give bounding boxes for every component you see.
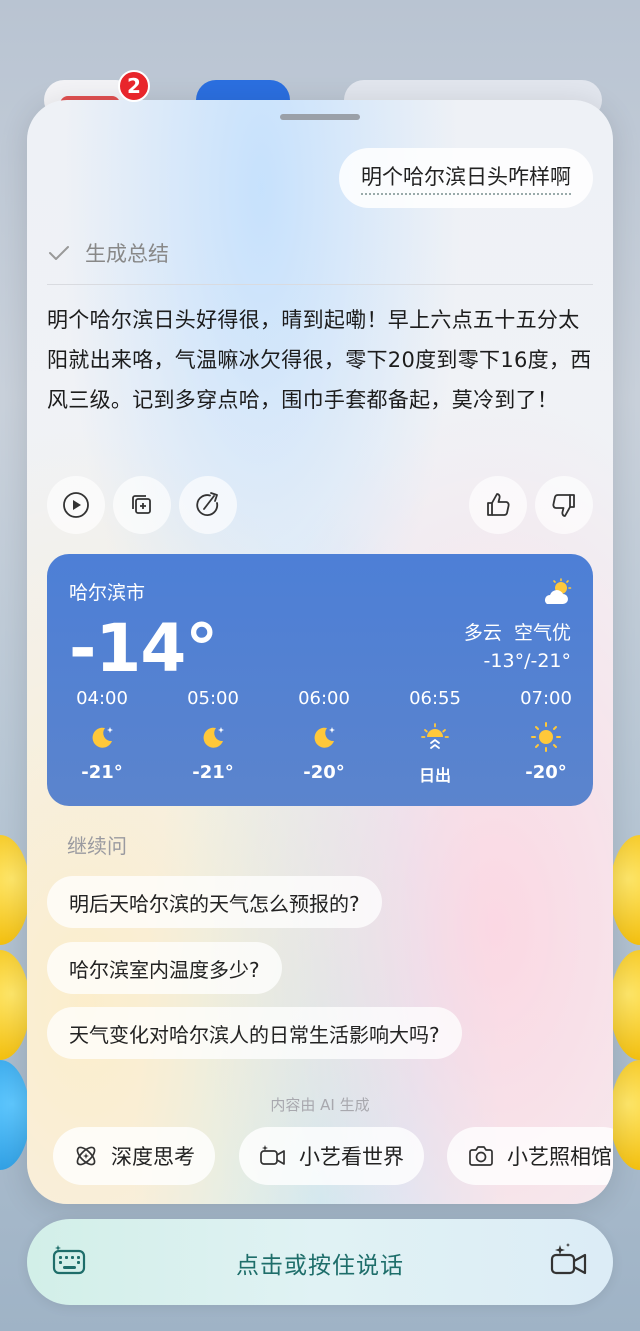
suggestion-chip[interactable]: 哈尔滨室内温度多少? [47,942,282,994]
weather-condition: 多云 空气优 [463,622,571,644]
play-icon [63,492,89,518]
xiaoyi-see-world-chip[interactable]: 小艺看世界 [239,1127,424,1185]
hour-time: 05:00 [187,688,239,709]
background-emoji [610,835,640,945]
moon-icon [314,727,335,748]
notification-badge: 2 [118,70,150,102]
hour-time: 06:00 [298,688,350,709]
xiaoyi-photo-studio-chip[interactable]: 小艺照相馆 [447,1127,613,1185]
answer-actions [47,476,593,534]
hour-item: 05:00 -21° [158,688,268,783]
sun-icon [531,722,561,752]
follow-up-title: 继续问 [67,834,127,858]
share-button[interactable] [179,476,237,534]
check-icon [49,246,69,260]
suggestion-chip[interactable]: 天气变化对哈尔滨人的日常生活影响大吗? [47,1007,462,1059]
user-message-bubble[interactable]: 明个哈尔滨日头咋样啊 [339,148,593,208]
thumbs-up-button[interactable] [469,476,527,534]
suggestion-chip[interactable]: 明后天哈尔滨的天气怎么预报的? [47,876,382,928]
voice-input-bar[interactable]: 点击或按住说话 [27,1219,613,1305]
video-call-icon[interactable] [549,1241,589,1281]
hour-item: 04:00 -21° [47,688,157,783]
sunrise-icon [421,723,449,749]
thumbs-down-icon [552,494,575,517]
divider [47,284,593,285]
weather-temperature: -14° [69,610,218,687]
moon-icon [92,727,113,748]
share-icon [196,492,219,516]
background-emoji [0,835,30,945]
hourly-forecast: 04:00 -21° 05:00 -21° 06:00 -20° 06:55 日… [47,688,593,798]
hour-temp: -20° [303,762,345,783]
hour-time: 07:00 [520,688,572,709]
voice-hint: 点击或按住说话 [236,1253,404,1279]
summary-label: 生成总结 [85,242,169,266]
hour-item: 07:00 -20° [491,688,593,783]
hour-temp: -21° [192,762,234,783]
hour-time: 04:00 [76,688,128,709]
video-sparkle-icon [260,1145,285,1165]
thumbs-down-button[interactable] [535,476,593,534]
chip-label: 深度思考 [111,1145,195,1169]
drag-handle[interactable] [280,114,360,120]
weather-city: 哈尔滨市 [69,582,146,604]
atom-icon [76,1146,96,1166]
background-emoji [0,1060,30,1170]
background-emoji [610,1060,640,1170]
hour-temp: -21° [81,762,123,783]
hour-label: 日出 [418,766,451,785]
background-emoji [610,950,640,1060]
chip-label: 小艺看世界 [299,1145,404,1169]
play-button[interactable] [47,476,105,534]
weather-range: -13°/-21° [483,650,571,672]
camera-icon [469,1146,493,1166]
summary-toggle[interactable]: 生成总结 [47,238,169,268]
hour-item: 06:55 日出 [380,688,490,786]
hour-time: 06:55 [409,688,461,709]
assistant-panel: 明个哈尔滨日头咋样啊 生成总结 明个哈尔滨日头好得很，晴到起嘞！早上六点五十五分… [27,100,613,1204]
hour-item: 06:00 -20° [269,688,379,783]
moon-icon [203,727,224,748]
answer-text: 明个哈尔滨日头好得很，晴到起嘞！早上六点五十五分太阳就出来咯，气温嘛冰欠得很，零… [47,308,592,412]
background-emoji [0,950,30,1060]
copy-button[interactable] [113,476,171,534]
copy-icon [132,495,151,514]
deep-thinking-chip[interactable]: 深度思考 [53,1127,215,1185]
ai-generated-note: 内容由 AI 生成 [270,1096,370,1114]
feature-chips: 深度思考 小艺看世界 小艺照相馆 [53,1127,613,1185]
hour-temp: -20° [525,762,567,783]
partly-cloudy-icon [545,578,572,604]
user-message-text: 明个哈尔滨日头咋样啊 [361,161,571,195]
weather-card[interactable]: 哈尔滨市 -14° 多云 空气优 -13°/-21° 04:00 -21° 05… [47,554,593,806]
thumbs-up-icon [487,493,510,516]
chip-label: 小艺照相馆 [507,1145,612,1169]
